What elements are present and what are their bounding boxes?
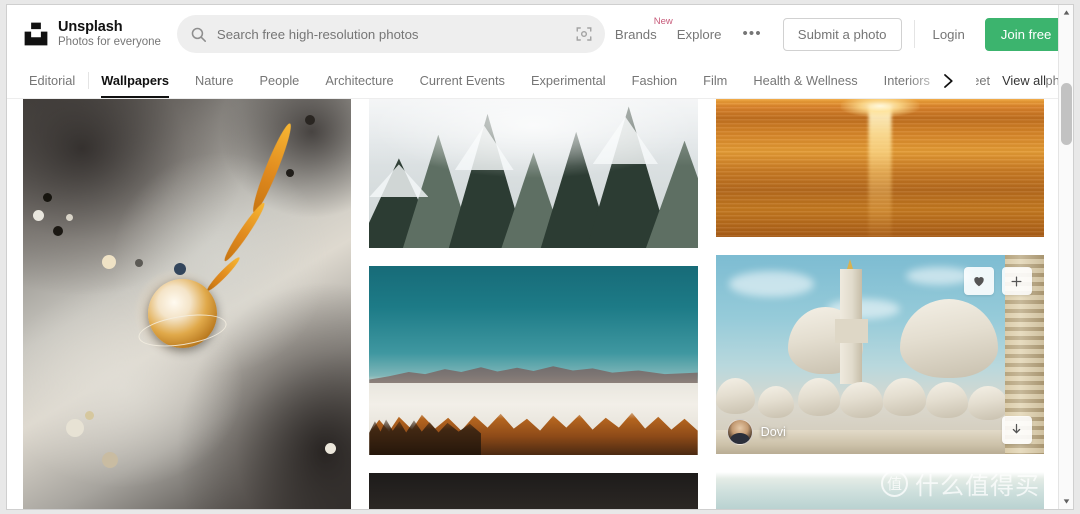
bubble xyxy=(325,443,337,455)
photo-image-partial-mint xyxy=(715,471,1044,509)
unsplash-logo-link[interactable]: Unsplash Photos for everyone xyxy=(23,18,161,49)
join-free-button[interactable]: Join free xyxy=(984,17,1060,51)
site-header: Unsplash Photos for everyone Search free… xyxy=(7,5,1060,63)
photo-image-snow-forest xyxy=(369,99,698,248)
plus-icon xyxy=(1011,276,1022,287)
header-divider xyxy=(913,20,915,48)
screenshot-root: Unsplash Photos for everyone Search free… xyxy=(0,0,1080,514)
category-film[interactable]: Film xyxy=(690,63,740,98)
search-icon xyxy=(191,27,206,42)
category-wallpapers[interactable]: Wallpapers xyxy=(88,63,182,98)
photo-image-abstract xyxy=(23,99,352,509)
heart-icon xyxy=(974,277,984,287)
add-to-collection-button[interactable] xyxy=(1001,267,1032,296)
scroll-down-arrow[interactable] xyxy=(1059,494,1073,509)
bubble xyxy=(174,263,187,275)
grid-column-1 xyxy=(23,99,352,509)
photo-image-partial-dark xyxy=(369,473,698,509)
category-health-wellness[interactable]: Health & Wellness xyxy=(740,63,870,98)
gold-streak xyxy=(248,120,296,215)
nav-more-menu[interactable]: ••• xyxy=(731,24,772,44)
sun-reflection-path xyxy=(868,104,892,238)
photo-author-link[interactable]: Dovi xyxy=(726,418,786,445)
category-nav: Editorial Wallpapers Nature People Archi… xyxy=(7,63,1060,99)
photo-hover-overlay: Dovi xyxy=(716,255,1044,453)
category-interiors[interactable]: Interiors xyxy=(871,63,943,98)
snow-haze xyxy=(369,99,698,248)
bubble xyxy=(32,209,44,221)
submit-photo-button[interactable]: Submit a photo xyxy=(782,17,902,51)
category-current-events[interactable]: Current Events xyxy=(407,63,518,98)
photo-card-mosque[interactable]: Dovi xyxy=(715,255,1044,454)
photo-author-name: Dovi xyxy=(760,424,786,439)
logo-text-block: Unsplash Photos for everyone xyxy=(58,18,161,49)
category-people[interactable]: People xyxy=(246,63,312,98)
download-button[interactable] xyxy=(1001,415,1032,444)
bubble xyxy=(85,410,95,420)
gold-streak xyxy=(220,200,268,264)
category-architecture[interactable]: Architecture xyxy=(312,63,406,98)
photo-grid: Dovi xyxy=(7,99,1060,509)
bubble xyxy=(65,213,73,221)
bubble xyxy=(134,258,143,267)
photo-card-salt-flat[interactable] xyxy=(369,265,698,456)
grid-column-3: Dovi xyxy=(715,99,1044,509)
photo-card-partial-dark[interactable] xyxy=(369,473,698,509)
photo-image-salt-flat xyxy=(369,265,698,456)
chevron-right-icon[interactable] xyxy=(938,71,958,91)
browser-viewport: Unsplash Photos for everyone Search free… xyxy=(6,4,1074,510)
scroll-thumb[interactable] xyxy=(1061,83,1072,145)
avatar xyxy=(726,418,753,445)
category-nature[interactable]: Nature xyxy=(182,63,246,98)
bubble xyxy=(285,168,294,177)
search-bar[interactable] xyxy=(176,15,605,53)
category-fashion[interactable]: Fashion xyxy=(619,63,691,98)
photo-card-snow-forest[interactable] xyxy=(369,99,698,248)
like-button[interactable] xyxy=(963,267,994,296)
nav-explore[interactable]: Explore xyxy=(667,21,732,48)
page-content: Unsplash Photos for everyone Search free… xyxy=(7,5,1060,509)
bubble xyxy=(42,193,52,203)
photo-card-abstract[interactable] xyxy=(23,99,352,509)
bubble xyxy=(101,451,118,468)
unsplash-camera-logo-icon xyxy=(24,22,48,46)
chevron-right-glyph xyxy=(944,74,953,88)
sun-glow xyxy=(840,99,920,117)
nav-brands-label: Brands xyxy=(614,26,657,42)
view-all-link[interactable]: View all xyxy=(992,63,1046,98)
photo-card-partial-mint[interactable] xyxy=(715,471,1044,509)
vertical-scrollbar[interactable] xyxy=(1058,5,1073,509)
category-experimental[interactable]: Experimental xyxy=(518,63,619,98)
bubble xyxy=(305,115,316,126)
scroll-up-arrow[interactable] xyxy=(1059,5,1073,20)
category-editorial[interactable]: Editorial xyxy=(23,63,88,98)
download-arrow-icon xyxy=(1013,423,1021,434)
nav-brands[interactable]: Brands New xyxy=(605,16,673,48)
scroll-down-glyph xyxy=(1063,499,1070,504)
login-link[interactable]: Login xyxy=(927,21,971,48)
bubble xyxy=(65,418,84,437)
photo-actions xyxy=(963,267,1032,296)
scroll-up-glyph xyxy=(1063,10,1070,15)
search-input[interactable] xyxy=(216,16,557,52)
photo-card-sunset[interactable] xyxy=(715,99,1044,238)
photo-image-mosque: Dovi xyxy=(715,255,1044,454)
bubble xyxy=(101,254,116,269)
photo-image-sunset xyxy=(715,99,1044,238)
grid-column-2 xyxy=(369,99,698,509)
brand-name: Unsplash xyxy=(58,18,123,35)
bubble xyxy=(52,226,63,237)
brand-tagline: Photos for everyone xyxy=(58,36,161,49)
visual-search-icon[interactable] xyxy=(575,25,593,43)
header-nav: Brands New Explore ••• Submit a photo Lo… xyxy=(605,16,1060,51)
